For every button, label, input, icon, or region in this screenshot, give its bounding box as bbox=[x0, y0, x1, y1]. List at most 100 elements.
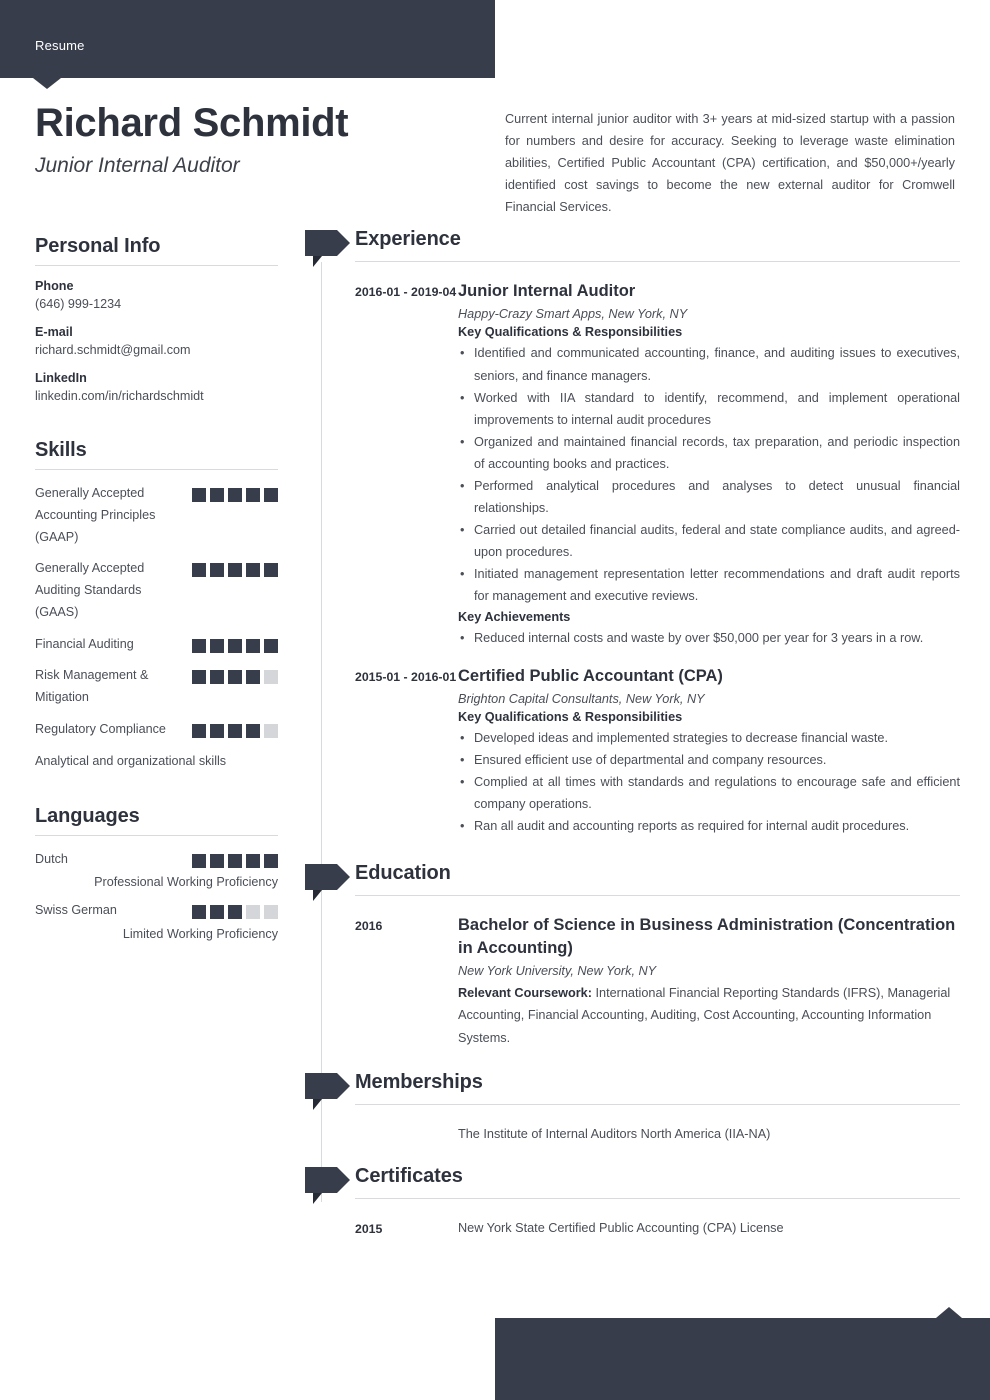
section-header: Memberships bbox=[305, 1071, 960, 1110]
rating-square bbox=[228, 724, 242, 739]
bottom-accent-bar bbox=[495, 1318, 990, 1400]
membership-entry: The Institute of Internal Auditors North… bbox=[355, 1109, 960, 1145]
rating-square bbox=[228, 853, 242, 868]
coursework-label: Relevant Coursework: bbox=[458, 986, 592, 1001]
certificate-entries: 2015 New York State Certified Public Acco… bbox=[305, 1203, 960, 1241]
languages-heading: Languages bbox=[35, 804, 140, 827]
language-level: Professional Working Proficiency bbox=[94, 875, 278, 890]
rating-square bbox=[228, 905, 242, 920]
entry-body: Certified Public Accountant (CPA) Brighto… bbox=[458, 665, 960, 840]
languages-list: Dutch Professional Working Proficiency Swi… bbox=[35, 849, 278, 946]
entry-date: 2016 bbox=[355, 918, 383, 933]
education-section: Education 2016 Bachelor of Science in Bus… bbox=[305, 862, 960, 1049]
skills-heading: Skills bbox=[35, 439, 87, 461]
tag-fold-icon bbox=[313, 256, 322, 267]
entry-text: The Institute of Internal Auditors North… bbox=[458, 1126, 771, 1141]
entry-body: Bachelor of Science in Business Administ… bbox=[458, 914, 960, 1049]
rating-square bbox=[210, 853, 224, 868]
rating-square bbox=[246, 638, 260, 653]
rating-square bbox=[192, 853, 206, 868]
rating-square bbox=[192, 670, 206, 685]
entry-bullet: Complied at all times with standards and… bbox=[458, 771, 960, 815]
language-level: Limited Working Proficiency bbox=[122, 926, 278, 941]
personal-info-item: Phone (646) 999-1234 bbox=[35, 279, 278, 311]
entry-bullet-list: Identified and communicated accounting, … bbox=[458, 342, 960, 607]
rating-square bbox=[264, 563, 278, 578]
rating-square bbox=[264, 853, 278, 868]
professional-summary: Current internal junior auditor with 3+ … bbox=[505, 112, 955, 215]
rating-square bbox=[210, 638, 224, 653]
experience-heading: Experience bbox=[355, 228, 461, 250]
certificate-entry: 2015 New York State Certified Public Acco… bbox=[355, 1203, 960, 1241]
skill-rating bbox=[192, 634, 278, 653]
certificates-heading: Certificates bbox=[355, 1164, 463, 1187]
divider bbox=[35, 469, 278, 470]
entry-bullet: Developed ideas and implemented strategi… bbox=[458, 727, 960, 749]
entry-subheading: Key Achievements bbox=[458, 609, 571, 624]
entry-bullet-list: Developed ideas and implemented strategi… bbox=[458, 727, 960, 838]
language-row: Swiss German Limited Working Proficiency bbox=[35, 900, 278, 946]
divider bbox=[35, 834, 278, 836]
entry-body: New York State Certified Public Accounti… bbox=[458, 1217, 960, 1241]
experience-section: Experience 2016-01 - 2019-04 Junior Inter… bbox=[305, 228, 960, 840]
skill-row: Generally Accepted Accounting Principles… bbox=[35, 483, 278, 548]
rating-square bbox=[264, 724, 278, 739]
personal-info-value: linkedin.com/in/richardschmidt bbox=[35, 389, 204, 403]
divider bbox=[355, 1103, 960, 1105]
experience-entries: 2016-01 - 2019-04 Junior Internal Auditor… bbox=[305, 266, 960, 840]
divider bbox=[355, 261, 960, 262]
language-name: Swiss German bbox=[35, 903, 117, 918]
job-title: Junior Internal Auditor bbox=[35, 154, 240, 177]
bottom-bar-notch-icon bbox=[936, 1307, 962, 1318]
skill-plain-item: Analytical and organizational skills bbox=[35, 753, 227, 768]
rating-square bbox=[210, 488, 224, 502]
skill-row: Financial Auditing bbox=[35, 634, 278, 656]
tag-fold-icon bbox=[313, 889, 322, 901]
entry-body: The Institute of Internal Auditors North… bbox=[458, 1123, 960, 1145]
entry-bullet: Organized and maintained financial recor… bbox=[458, 431, 960, 475]
section-header: Experience bbox=[305, 228, 960, 267]
entry-organization: Brighton Capital Consultants, New York, … bbox=[458, 692, 705, 707]
entry-bullet: Reduced internal costs and waste by over… bbox=[458, 627, 960, 649]
skill-row: Risk Management & Mitigation bbox=[35, 665, 278, 709]
rating-square bbox=[228, 638, 242, 653]
entry-date bbox=[355, 1123, 458, 1145]
personal-info-value: richard.schmidt@gmail.com bbox=[35, 343, 191, 357]
entry-coursework: Relevant Coursework: International Finan… bbox=[458, 986, 951, 1045]
rating-square bbox=[246, 724, 260, 739]
rating-square bbox=[228, 670, 242, 685]
experience-entry: 2015-01 - 2016-01 Certified Public Accoun… bbox=[355, 651, 960, 840]
rating-square bbox=[264, 638, 278, 653]
tag-fold-icon bbox=[313, 1192, 322, 1204]
skill-label: Regulatory Compliance bbox=[35, 722, 166, 737]
skill-label: Financial Auditing bbox=[35, 636, 134, 651]
rating-square bbox=[264, 905, 278, 920]
name-block: Richard Schmidt Junior Internal Auditor bbox=[35, 100, 465, 178]
skill-label: Risk Management & Mitigation bbox=[35, 668, 149, 705]
section-header: Education bbox=[305, 861, 960, 901]
entry-text: New York State Certified Public Accounti… bbox=[458, 1220, 784, 1235]
entry-date: 2016-01 - 2019-04 bbox=[355, 285, 457, 299]
entry-bullet: Initiated management representation lett… bbox=[458, 563, 960, 607]
education-heading: Education bbox=[355, 861, 451, 884]
rating-square bbox=[210, 563, 224, 578]
entry-date: 2015-01 - 2016-01 bbox=[355, 669, 457, 684]
skill-label: Generally Accepted Auditing Standards (G… bbox=[35, 561, 145, 619]
entry-bullet: Carried out detailed financial audits, f… bbox=[458, 519, 960, 563]
full-name: Richard Schmidt bbox=[35, 101, 349, 145]
rating-square bbox=[246, 488, 260, 502]
skills-list: Generally Accepted Accounting Principles… bbox=[35, 483, 278, 741]
languages-section: Languages Dutch Professional Working Prof… bbox=[35, 805, 278, 946]
rating-square bbox=[246, 670, 260, 685]
experience-entry: 2016-01 - 2019-04 Junior Internal Auditor… bbox=[355, 266, 960, 651]
skill-rating bbox=[192, 483, 278, 502]
personal-info-value: (646) 999-1234 bbox=[35, 297, 122, 311]
tag-arrow-icon bbox=[305, 230, 350, 256]
skills-section: Skills Generally Accepted Accounting Pri… bbox=[35, 439, 278, 773]
tag-arrow-icon bbox=[305, 1166, 350, 1193]
rating-square bbox=[228, 488, 242, 502]
language-top: Dutch bbox=[35, 849, 278, 871]
main-content: Experience 2016-01 - 2019-04 Junior Inter… bbox=[305, 228, 960, 1241]
entry-title: Bachelor of Science in Business Administ… bbox=[458, 915, 956, 957]
personal-info-item: LinkedIn linkedin.com/in/richardschmidt bbox=[35, 371, 278, 403]
